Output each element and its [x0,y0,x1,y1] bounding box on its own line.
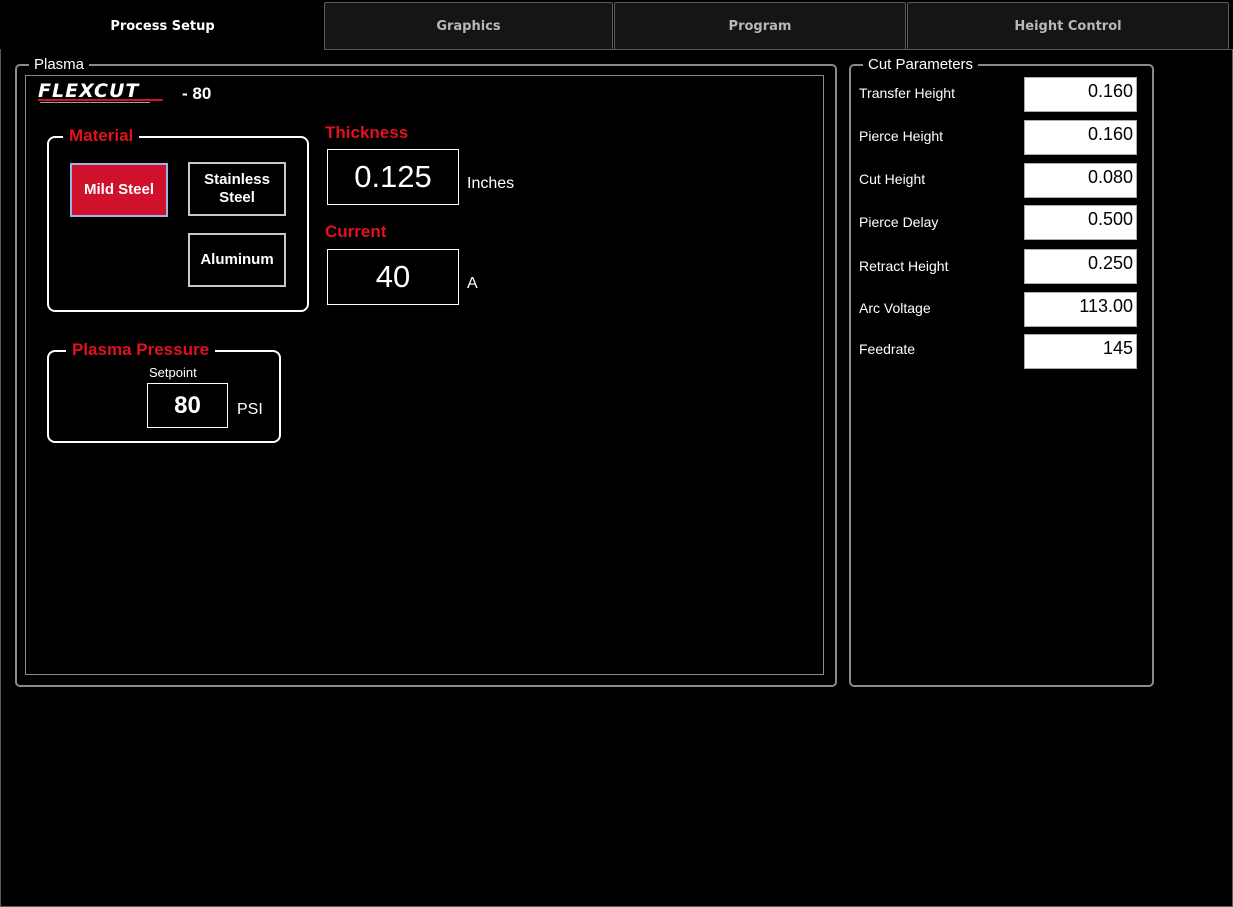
current-value[interactable]: 40 [327,249,459,305]
feedrate-label: Feedrate [859,341,916,357]
current-label: Current [325,222,387,241]
thickness-label: Thickness [325,123,409,142]
pierce-delay-label: Pierce Delay [859,214,939,230]
thickness-unit: Inches [467,175,515,192]
logo-stripe [39,102,151,103]
arc-voltage-label: Arc Voltage [859,300,931,316]
retract-height-label: Retract Height [859,258,949,274]
thickness-value[interactable]: 0.125 [327,149,459,205]
tab-height-control[interactable]: Height Control [907,2,1229,50]
cut-parameters-group: Cut Parameters [849,56,1154,687]
window-border [0,49,1,907]
stainless-steel-button[interactable]: Stainless Steel [188,162,286,216]
cut-height-label: Cut Height [859,171,926,187]
tab-program[interactable]: Program [614,2,906,50]
pierce-height-field[interactable]: 0.160 [1024,120,1137,155]
arc-voltage-field[interactable]: 113.00 [1024,292,1137,327]
tab-process-setup[interactable]: Process Setup [2,2,323,50]
plasma-pressure-title: Plasma Pressure [66,340,216,360]
process-setup-screen: Process Setup Graphics Program Height Co… [0,0,1233,907]
mild-steel-button[interactable]: Mild Steel [70,163,168,217]
material-title: Material [63,126,140,146]
plasma-group-legend: Plasma [29,56,90,74]
pressure-unit: PSI [237,401,263,418]
aluminum-button[interactable]: Aluminum [188,233,286,287]
feedrate-field[interactable]: 145 [1024,334,1137,369]
cut-parameters-legend: Cut Parameters [863,56,979,74]
logo-stripe [37,99,164,101]
pressure-setpoint-value[interactable]: 80 [147,383,228,428]
model-number: - 80 [182,84,212,103]
current-unit: A [467,275,478,292]
setpoint-label: Setpoint [149,365,197,380]
retract-height-field[interactable]: 0.250 [1024,249,1137,284]
tab-graphics[interactable]: Graphics [324,2,613,50]
cut-height-field[interactable]: 0.080 [1024,163,1137,198]
stainless-steel-label: Stainless Steel [204,171,270,206]
tab-underline [324,49,1233,50]
transfer-height-field[interactable]: 0.160 [1024,77,1137,112]
pierce-height-label: Pierce Height [859,128,944,144]
pierce-delay-field[interactable]: 0.500 [1024,205,1137,240]
transfer-height-label: Transfer Height [859,85,955,101]
flexcut-logo: FLEXCUT [37,80,173,106]
